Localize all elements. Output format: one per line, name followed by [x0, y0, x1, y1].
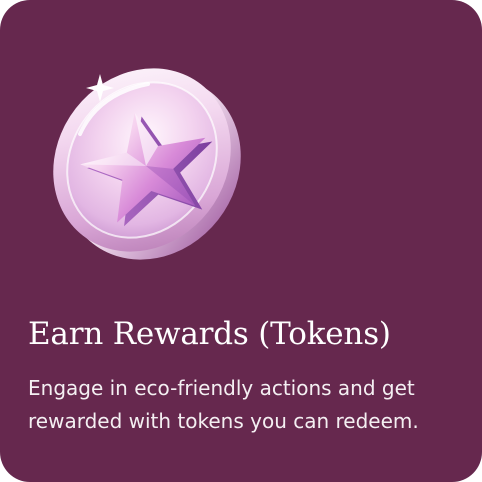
- card-title: Earn Rewards (Tokens): [28, 316, 391, 352]
- star-coin-icon: [28, 64, 248, 264]
- card-description: Engage in eco-friendly actions and get r…: [28, 376, 419, 433]
- earn-rewards-card: Earn Rewards (Tokens) Engage in eco-frie…: [0, 0, 482, 482]
